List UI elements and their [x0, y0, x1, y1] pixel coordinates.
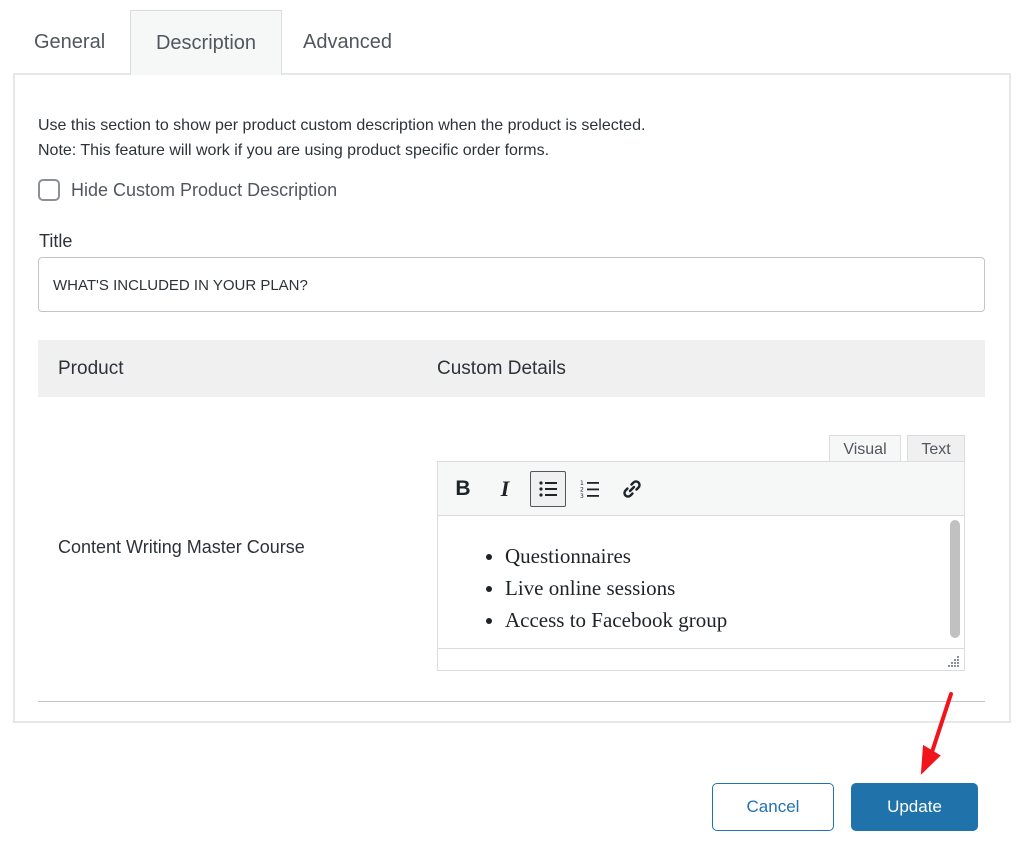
resize-handle-icon[interactable]	[948, 655, 960, 667]
annotation-arrow-icon	[920, 692, 953, 775]
hide-description-row: Hide Custom Product Description	[38, 179, 337, 201]
editor-toolbar: B I 1 2 3	[438, 462, 964, 516]
custom-details-editor: B I 1 2 3 • Questionnaires • Live online…	[437, 461, 965, 671]
tab-bar: General Description Advanced	[14, 10, 412, 75]
description-line-1: Use this section to show per product cus…	[38, 117, 646, 134]
product-name: Content Writing Master Course	[58, 537, 305, 557]
title-label: Title	[39, 231, 73, 251]
svg-text:3: 3	[580, 493, 584, 499]
editor-scrollbar[interactable]	[950, 520, 960, 638]
numbered-list-icon[interactable]: 1 2 3	[572, 471, 608, 507]
editor-content[interactable]: Questionnaires Live online sessions Acce…	[438, 516, 948, 648]
tab-description[interactable]: Description	[130, 10, 282, 75]
details-list: Questionnaires Live online sessions Acce…	[505, 540, 727, 636]
cancel-button[interactable]: Cancel	[712, 783, 834, 831]
section-description: Use this section to show per product cus…	[38, 113, 645, 163]
tab-advanced[interactable]: Advanced	[282, 10, 412, 74]
title-input[interactable]: WHAT'S INCLUDED IN YOUR PLAN?	[38, 257, 985, 312]
hide-description-label[interactable]: Hide Custom Product Description	[71, 180, 337, 201]
column-header-custom-details: Custom Details	[437, 358, 566, 379]
column-header-product: Product	[58, 358, 124, 379]
table-header: Product Custom Details	[38, 340, 985, 397]
list-item: Questionnaires	[505, 540, 727, 572]
editor-statusbar	[438, 648, 964, 670]
section-divider	[38, 701, 985, 702]
italic-icon[interactable]: I	[487, 471, 523, 507]
list-item: Live online sessions	[505, 572, 727, 604]
bulleted-list-icon[interactable]	[530, 471, 566, 507]
list-item: Access to Facebook group	[505, 604, 727, 636]
editor-tab-visual[interactable]: Visual	[829, 435, 901, 462]
editor-tab-text[interactable]: Text	[907, 435, 965, 462]
hide-description-checkbox[interactable]	[38, 179, 60, 201]
update-button[interactable]: Update	[851, 783, 978, 831]
tab-general[interactable]: General	[14, 10, 130, 74]
description-line-2: Note: This feature will work if you are …	[38, 142, 550, 159]
bold-icon[interactable]: B	[445, 471, 481, 507]
link-icon[interactable]	[614, 471, 650, 507]
